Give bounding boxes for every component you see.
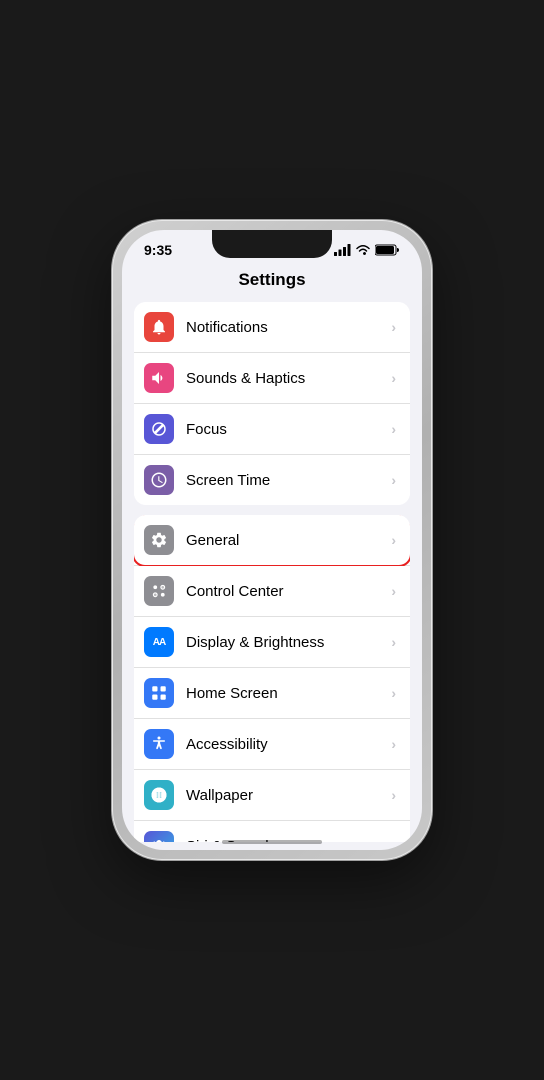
settings-item-screen-time[interactable]: Screen Time › [134, 455, 410, 505]
settings-item-display[interactable]: AA Display & Brightness › [134, 617, 410, 668]
notifications-label: Notifications [186, 319, 391, 336]
settings-item-accessibility[interactable]: Accessibility › [134, 719, 410, 770]
wifi-icon [355, 244, 371, 256]
display-chevron: › [391, 634, 396, 650]
settings-item-control-center[interactable]: Control Center › [134, 566, 410, 617]
settings-item-wallpaper[interactable]: Wallpaper › [134, 770, 410, 821]
home-screen-icon [144, 678, 174, 708]
accessibility-icon [144, 729, 174, 759]
signal-icon [334, 244, 351, 256]
status-time: 9:35 [144, 242, 172, 258]
home-bar [222, 840, 322, 844]
focus-label: Focus [186, 421, 391, 438]
general-chevron: › [391, 532, 396, 548]
screen-time-chevron: › [391, 472, 396, 488]
settings-group-1: Notifications › Sounds & Haptics › [134, 302, 410, 505]
display-icon: AA [144, 627, 174, 657]
settings-item-focus[interactable]: Focus › [134, 404, 410, 455]
sounds-label: Sounds & Haptics [186, 370, 391, 387]
wallpaper-icon [144, 780, 174, 810]
settings-item-general[interactable]: General › [134, 515, 410, 566]
settings-item-home-screen[interactable]: Home Screen › [134, 668, 410, 719]
wallpaper-label: Wallpaper [186, 787, 391, 804]
settings-item-notifications[interactable]: Notifications › [134, 302, 410, 353]
accessibility-label: Accessibility [186, 736, 391, 753]
home-screen-chevron: › [391, 685, 396, 701]
phone-frame: 9:35 [112, 220, 432, 860]
notifications-chevron: › [391, 319, 396, 335]
control-center-label: Control Center [186, 583, 391, 600]
siri-icon [144, 831, 174, 842]
notifications-icon [144, 312, 174, 342]
battery-icon [375, 244, 400, 256]
sounds-chevron: › [391, 370, 396, 386]
settings-item-siri[interactable]: Siri & Search › [134, 821, 410, 842]
phone-screen: 9:35 [122, 230, 422, 850]
status-icons [334, 244, 400, 256]
screen-time-icon [144, 465, 174, 495]
settings-group-2: General › Control Center › [134, 515, 410, 842]
settings-item-sounds[interactable]: Sounds & Haptics › [134, 353, 410, 404]
focus-icon [144, 414, 174, 444]
sounds-icon [144, 363, 174, 393]
page-title: Settings [122, 262, 422, 302]
general-label: General [186, 532, 391, 549]
home-screen-label: Home Screen [186, 685, 391, 702]
general-icon [144, 525, 174, 555]
wallpaper-chevron: › [391, 787, 396, 803]
control-center-icon [144, 576, 174, 606]
notch [212, 230, 332, 258]
siri-chevron: › [391, 838, 396, 842]
control-center-chevron: › [391, 583, 396, 599]
focus-chevron: › [391, 421, 396, 437]
accessibility-chevron: › [391, 736, 396, 752]
screen-time-label: Screen Time [186, 472, 391, 489]
settings-scroll[interactable]: Settings Notifications › [122, 262, 422, 842]
display-label: Display & Brightness [186, 634, 391, 651]
